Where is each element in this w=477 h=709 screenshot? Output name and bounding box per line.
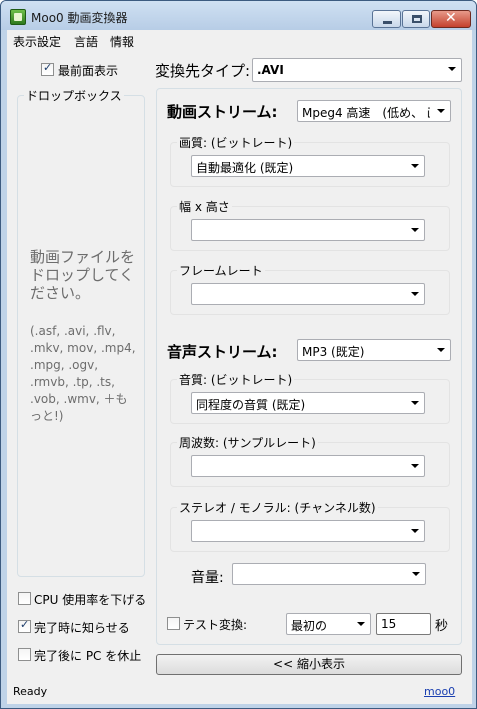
check-icon: ✓: [43, 61, 53, 74]
notify-checkbox[interactable]: ✓: [18, 618, 31, 633]
target-type-value: .AVI: [257, 63, 284, 77]
video-framerate-label: フレームレート: [177, 262, 265, 279]
audio-stream-label: 音声ストリーム:: [167, 343, 278, 361]
video-size-group: 幅 x 高さ: [170, 198, 450, 251]
moo0-link[interactable]: moo0: [424, 685, 455, 698]
seconds-unit: 秒: [435, 619, 449, 634]
chevron-down-icon: [412, 572, 420, 576]
cpu-checkbox[interactable]: [18, 592, 31, 605]
audio-frequency-group: 周波数: (サンプルレート): [170, 434, 450, 487]
volume-label: 音量:: [191, 570, 224, 586]
video-codec-value: Mpeg4 高速 (低め、 画: [302, 106, 430, 120]
video-stream-label: 動画ストリーム:: [167, 103, 278, 121]
audio-codec-select[interactable]: MP3 (既定): [297, 339, 451, 361]
close-button[interactable]: ✕: [431, 10, 471, 28]
audio-frequency-label: 周波数: (サンプルレート): [177, 434, 318, 451]
test-convert-label: テスト変換:: [183, 618, 248, 632]
title-bar[interactable]: Moo0 動画変換器 ✕: [1, 1, 476, 30]
chevron-down-icon: [411, 292, 419, 296]
menu-display-settings[interactable]: 表示設定: [13, 33, 61, 50]
test-range-select[interactable]: 最初の: [286, 613, 371, 635]
video-quality-select[interactable]: 自動最適化 (既定): [191, 155, 425, 177]
chevron-down-icon: [411, 164, 419, 168]
check-icon: ✓: [20, 618, 30, 631]
audio-channels-group: ステレオ / モノラル: (チャンネル数): [170, 499, 450, 552]
maximize-icon: [412, 15, 422, 23]
target-type-select[interactable]: .AVI: [252, 58, 462, 82]
video-framerate-group: フレームレート: [170, 262, 450, 315]
video-quality-label: 画質: (ビットレート): [177, 134, 295, 151]
drop-box-title: ドロップボックス: [24, 87, 124, 104]
app-icon: [10, 9, 26, 25]
video-size-label: 幅 x 高さ: [177, 198, 232, 215]
minimize-button[interactable]: [372, 10, 401, 28]
drop-message: 動画ファイルをドロップしてください。: [30, 248, 136, 302]
volume-select[interactable]: [232, 563, 426, 585]
cpu-label: CPU 使用率を下げる: [34, 593, 147, 607]
video-framerate-select[interactable]: [191, 283, 425, 305]
compact-view-button[interactable]: << 縮小表示: [156, 654, 462, 675]
close-icon: ✕: [445, 10, 457, 26]
video-codec-select[interactable]: Mpeg4 高速 (低め、 画: [297, 100, 451, 122]
audio-channels-select[interactable]: [191, 520, 425, 542]
sleep-checkbox[interactable]: [18, 648, 31, 661]
audio-quality-group: 音質: (ビットレート) 同程度の音質 (既定): [170, 371, 450, 424]
video-size-select[interactable]: [191, 219, 425, 241]
audio-frequency-select[interactable]: [191, 455, 425, 477]
drop-box[interactable]: ドロップボックス 動画ファイルをドロップしてください。 (.asf, .avi,…: [17, 87, 145, 577]
menu-info[interactable]: 情報: [110, 33, 134, 50]
app-window: Moo0 動画変換器 ✕ 表示設定 言語 情報 ✓ 最前面表示 ドロップボックス…: [0, 0, 477, 709]
video-quality-group: 画質: (ビットレート) 自動最適化 (既定): [170, 134, 450, 187]
chevron-down-icon: [448, 67, 456, 71]
target-type-label: 変換先タイプ:: [155, 62, 251, 80]
always-on-top-label: 最前面表示: [58, 64, 119, 78]
audio-codec-value: MP3 (既定): [302, 345, 365, 359]
chevron-down-icon: [411, 401, 419, 405]
client-area: ✓ 最前面表示 ドロップボックス 動画ファイルをドロップしてください。 (.as…: [7, 50, 472, 704]
window-title: Moo0 動画変換器: [31, 11, 128, 25]
chevron-down-icon: [357, 622, 365, 626]
test-seconds-input[interactable]: 15: [376, 613, 431, 635]
sleep-label: 完了後に PC を休止: [34, 649, 142, 663]
menu-bar: 表示設定 言語 情報: [7, 30, 472, 50]
chevron-down-icon: [411, 228, 419, 232]
chevron-down-icon: [411, 464, 419, 468]
chevron-down-icon: [437, 348, 445, 352]
audio-quality-select[interactable]: 同程度の音質 (既定): [191, 392, 425, 414]
audio-quality-label: 音質: (ビットレート): [177, 371, 295, 388]
menu-language[interactable]: 言語: [74, 33, 98, 50]
chevron-down-icon: [411, 529, 419, 533]
chevron-down-icon: [437, 109, 445, 113]
settings-panel: 動画ストリーム: Mpeg4 高速 (低め、 画 画質: (ビットレート) 自動…: [156, 88, 462, 645]
minimize-icon: [383, 21, 392, 24]
video-quality-value: 自動最適化 (既定): [196, 161, 294, 175]
notify-label: 完了時に知らせる: [34, 621, 130, 635]
test-convert-checkbox[interactable]: [167, 617, 180, 630]
always-on-top-checkbox[interactable]: ✓: [41, 61, 54, 76]
audio-channels-label: ステレオ / モノラル: (チャンネル数): [177, 499, 378, 516]
test-seconds-value: 15: [381, 617, 397, 631]
audio-quality-value: 同程度の音質 (既定): [196, 398, 306, 412]
test-range-value: 最初の: [291, 619, 328, 633]
maximize-button[interactable]: [402, 10, 430, 28]
supported-formats: (.asf, .avi, .flv, .mkv, mov, .mp4, .mpg…: [30, 324, 136, 423]
status-text: Ready: [13, 685, 48, 698]
